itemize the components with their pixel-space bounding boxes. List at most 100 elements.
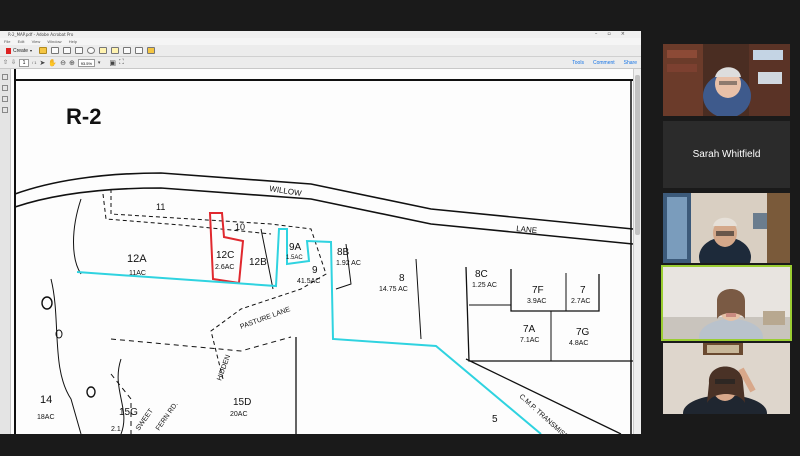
pdf-document-view[interactable]: R-2 WILLOW LANE 11 10 12A 11AC 12C 2.6AC… <box>11 69 633 434</box>
lot-label: 11 <box>156 202 165 212</box>
scrollbar-thumb[interactable] <box>635 75 640 235</box>
comment-link[interactable]: Comment <box>593 60 615 66</box>
lot-area: 3.9AC <box>527 298 546 305</box>
zoom-level-input[interactable]: 93.5% <box>77 58 95 67</box>
attachment-icon[interactable] <box>2 96 8 102</box>
lot-area: 18AC <box>37 414 55 421</box>
window-title: R-2_MAP.pdf - Adobe Acrobat Pro <box>8 32 74 37</box>
print-icon[interactable] <box>63 47 72 54</box>
save-icon[interactable] <box>51 47 60 54</box>
pages-icon[interactable] <box>2 74 8 80</box>
lot-area: 1.5AC <box>286 255 303 261</box>
page-number-input[interactable]: 1 <box>19 58 30 67</box>
video-tile[interactable]: Sarah Whitfield <box>663 121 790 188</box>
create-icon <box>6 47 11 54</box>
open-folder-icon[interactable] <box>39 47 48 54</box>
next-page-icon[interactable]: ⇩ <box>11 59 16 66</box>
lot-area: 2.7AC <box>571 298 590 305</box>
lot-area: 2.6AC <box>215 264 234 271</box>
lot-area: 14.75 AC <box>379 286 408 293</box>
menu-view[interactable]: View <box>32 39 41 44</box>
video-tile[interactable] <box>663 44 790 116</box>
menu-bar: File Edit View Window Help <box>0 38 641 45</box>
acrobat-title-bar: R-2_MAP.pdf - Adobe Acrobat Pro –▫× <box>0 31 641 38</box>
email-icon[interactable] <box>75 47 84 54</box>
menu-edit[interactable]: Edit <box>18 39 25 44</box>
fit-page-icon[interactable]: ▣ <box>109 59 116 67</box>
chevron-down-icon: ▾ <box>30 48 33 53</box>
zoom-in-icon[interactable]: ⊕ <box>69 59 75 67</box>
lot-label: 8 <box>399 273 405 284</box>
navigation-pane <box>0 69 11 434</box>
select-tool-icon[interactable]: ➤ <box>40 59 46 67</box>
road-fern: FERN RD. <box>155 401 180 432</box>
lot-area: 20AC <box>230 411 248 418</box>
participant-video <box>663 267 790 339</box>
lot-label: 7A <box>523 324 536 335</box>
stamp-icon[interactable] <box>123 47 132 54</box>
lot-label: 7 <box>580 285 586 296</box>
shared-screen: R-2_MAP.pdf - Adobe Acrobat Pro –▫× File… <box>0 31 641 434</box>
menu-file[interactable]: File <box>4 39 10 44</box>
tax-map: R-2 WILLOW LANE 11 10 12A 11AC 12C 2.6AC… <box>14 69 633 434</box>
lot-label: 12B <box>249 257 267 268</box>
lot-area: 11AC <box>129 270 146 277</box>
lot-label: 9A <box>289 242 302 253</box>
lot-label: 9 <box>312 265 318 276</box>
lot-label: 12A <box>127 253 147 265</box>
lot-label: 10 <box>235 222 245 232</box>
fullscreen-icon[interactable]: ⛶ <box>119 59 124 67</box>
lot-area: 41.5AC <box>297 278 320 285</box>
hand-tool-icon[interactable]: ✋ <box>48 59 57 67</box>
participant-video <box>663 44 790 116</box>
zone-label: R-2 <box>66 104 101 129</box>
zoom-out-icon[interactable]: ⊖ <box>60 59 66 67</box>
settings-icon[interactable] <box>87 47 96 54</box>
share-link[interactable]: Share <box>624 60 637 66</box>
bottom-bar <box>0 434 641 456</box>
bookmark-icon[interactable] <box>2 85 8 91</box>
menu-window[interactable]: Window <box>47 39 61 44</box>
create-button[interactable]: Create ▾ <box>3 47 35 55</box>
lot-area: 7.1AC <box>520 337 539 344</box>
video-tile[interactable] <box>663 193 790 263</box>
road-sweet: SWEET <box>135 407 155 432</box>
tools-link[interactable]: Tools <box>572 60 584 66</box>
lot-label: 15D <box>233 397 251 408</box>
road-hidden: HIDDEN <box>216 354 232 382</box>
lot-area: 1.25 AC <box>472 282 497 289</box>
lot-area: 1.92 AC <box>336 260 361 267</box>
toolbar-right-links: Tools Comment Share <box>572 57 637 69</box>
lot-area: 2.1 <box>111 426 121 433</box>
highlight-icon[interactable] <box>111 47 120 54</box>
signature-icon[interactable] <box>2 107 8 113</box>
vertical-scrollbar[interactable] <box>633 69 641 434</box>
lot-label: 5 <box>492 414 498 425</box>
participant-gallery: Sarah Whitfield <box>641 0 800 456</box>
lot-label: 8B <box>337 247 350 258</box>
road-pasture: PASTURE LANE <box>239 306 291 331</box>
attach-icon[interactable] <box>135 47 144 54</box>
lot-label: 14 <box>40 394 52 406</box>
participant-video <box>663 193 790 263</box>
prev-page-icon[interactable]: ⇧ <box>3 59 8 66</box>
video-tile[interactable] <box>663 343 790 414</box>
participant-video <box>663 343 790 414</box>
lot-label: 8C <box>475 269 488 280</box>
zoom-dropdown-icon[interactable]: ▾ <box>98 60 101 66</box>
participant-name: Sarah Whitfield <box>692 149 761 160</box>
page-total: / 1 <box>32 60 37 65</box>
share-file-icon[interactable] <box>147 47 156 54</box>
menu-help[interactable]: Help <box>69 39 77 44</box>
lot-label: 7G <box>576 327 590 338</box>
lot-label: 12C <box>216 250 234 261</box>
highlighted-parcel-cyan <box>76 228 542 434</box>
lot-area: 4.8AC <box>569 340 588 347</box>
window-controls[interactable]: –▫× <box>595 31 635 38</box>
page-toolbar: ⇧ ⇩ 1 / 1 ➤ ✋ ⊖ ⊕ 93.5% ▾ ▣ ⛶ Tools Comm… <box>0 57 641 69</box>
lot-label: 7F <box>532 285 544 296</box>
lot-label: 15G <box>119 407 138 418</box>
main-toolbar: Create ▾ <box>0 45 641 57</box>
video-tile-active-speaker[interactable] <box>661 265 792 341</box>
comment-icon[interactable] <box>99 47 108 54</box>
